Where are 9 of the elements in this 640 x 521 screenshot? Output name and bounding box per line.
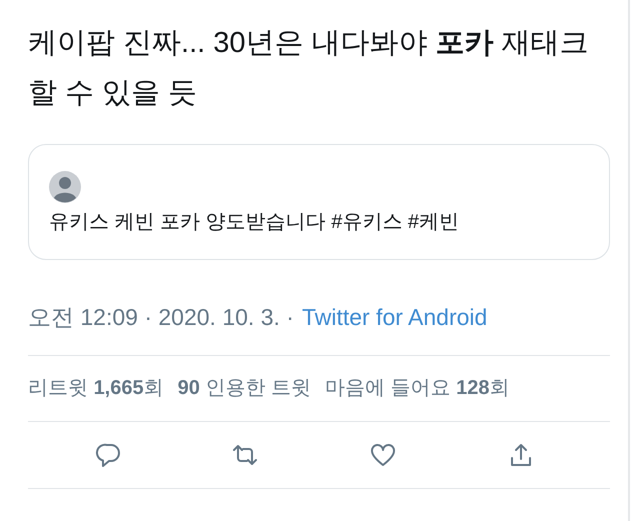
- tweet-text: 케이팝 진짜... 30년은 내다봐야 포카 재태크 할 수 있을 듯: [28, 26, 590, 111]
- quoted-tweet-text: 유키스 케빈 포카 양도받습니다 #유키스 #케빈: [49, 210, 460, 235]
- quoted-tweet-card[interactable]: 유키스 케빈 포카 양도받습니다 #유키스 #케빈: [28, 144, 610, 260]
- source-link[interactable]: Twitter for Android: [302, 300, 488, 334]
- stat-count[interactable]: 90 인용한 트윗: [178, 373, 311, 403]
- avatar-icon: [49, 171, 81, 203]
- stat-count[interactable]: 리트윗 1,665회: [28, 373, 164, 403]
- timestamp: 오전 12:09 · 2020. 10. 3. ·: [28, 303, 294, 332]
- stat-count[interactable]: 마음에 들어요 128회: [325, 373, 510, 403]
